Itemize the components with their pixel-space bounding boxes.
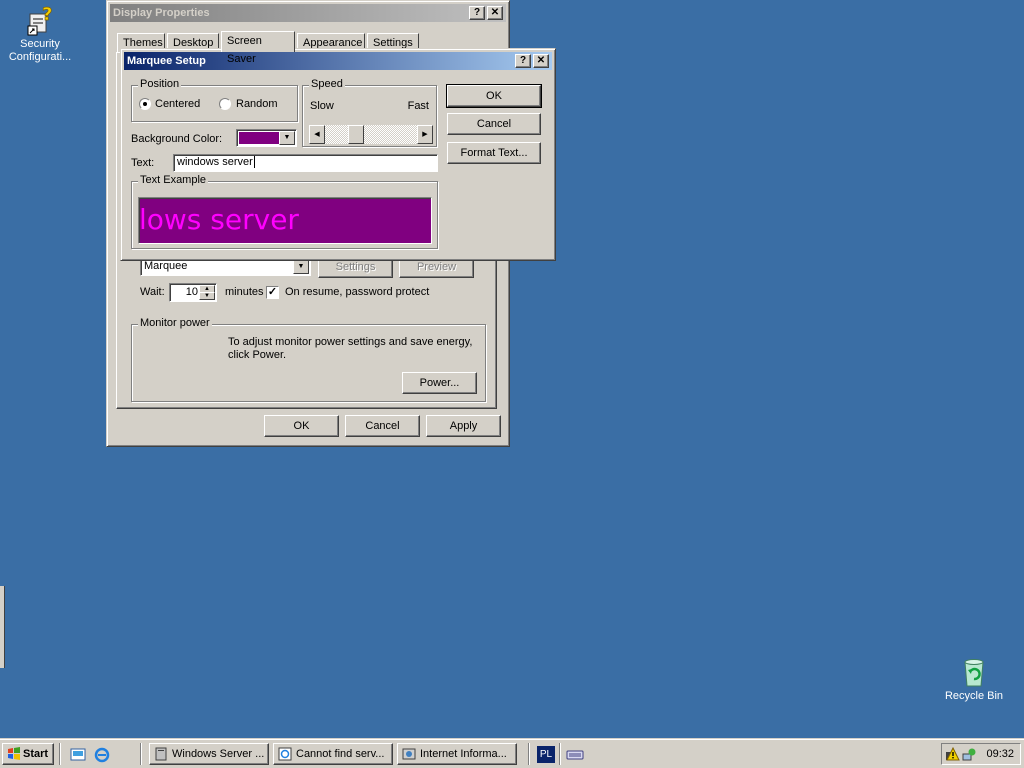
ok-button[interactable]: OK — [264, 415, 339, 437]
recycle-bin-icon — [958, 656, 990, 688]
clock[interactable]: 09:32 — [986, 748, 1014, 760]
svg-text:?: ? — [42, 4, 52, 25]
desktop-icon-recycle-bin[interactable]: Recycle Bin — [934, 656, 1014, 703]
cancel-button-label: Cancel — [365, 420, 400, 432]
close-button[interactable]: ✕ — [533, 54, 549, 68]
task-label: Windows Server ... — [172, 748, 265, 760]
desktop-icon-security-config[interactable]: ? Security Configurati... — [0, 4, 80, 64]
marquee-text-input[interactable]: windows server — [173, 154, 438, 172]
network-icon[interactable] — [962, 747, 976, 761]
power-button[interactable]: Power... — [402, 372, 477, 394]
speed-scrollbar[interactable]: ◀ ▶ — [309, 125, 433, 144]
help-button[interactable]: ? — [515, 54, 531, 68]
help-button[interactable]: ? — [469, 6, 485, 20]
iis-icon — [402, 748, 416, 760]
speed-label: Speed — [309, 78, 345, 90]
monitor-power-group: Monitor power To adjust monitor power se… — [131, 317, 486, 402]
dialog-title: Marquee Setup — [127, 55, 206, 67]
taskbar-separator — [528, 743, 530, 765]
speed-fast-label: Fast — [407, 100, 429, 112]
apply-button-label: Apply — [449, 420, 478, 432]
taskbar-separator — [559, 743, 561, 765]
position-label: Position — [138, 78, 182, 90]
security-warning-icon[interactable] — [946, 747, 960, 761]
marquee-setup-titlebar[interactable]: Marquee Setup ? ✕ — [124, 52, 552, 70]
monitor-power-description: To adjust monitor power settings and sav… — [228, 336, 473, 361]
cancel-button-label: Cancel — [476, 118, 512, 130]
password-protect-checkbox[interactable]: ✓ — [266, 286, 279, 299]
centered-radio[interactable] — [139, 98, 151, 110]
background-color-swatch — [239, 132, 279, 144]
speed-group: Speed Slow Fast ◀ ▶ — [302, 78, 437, 147]
task-windows-server[interactable]: Windows Server ... — [149, 743, 269, 765]
ok-button[interactable]: OK — [446, 84, 542, 108]
ok-button-label: OK — [293, 420, 310, 432]
wait-label: Wait: — [140, 286, 165, 298]
centered-label[interactable]: Centered — [155, 98, 200, 110]
apply-button[interactable]: Apply — [426, 415, 501, 437]
window-title: Display Properties — [113, 7, 210, 19]
background-color-select[interactable]: ▼ — [236, 129, 297, 147]
text-example-group: Text Example lows server — [131, 174, 438, 249]
position-group: Position Centered Random — [131, 78, 298, 122]
preview-button-label: Preview — [416, 261, 457, 273]
display-properties-titlebar[interactable]: Display Properties ? ✕ — [110, 4, 506, 22]
random-label[interactable]: Random — [236, 98, 278, 110]
chevron-down-icon[interactable]: ▼ — [279, 131, 295, 145]
windows-logo-icon — [8, 747, 20, 760]
chevron-down-icon[interactable]: ▼ — [293, 259, 309, 274]
format-text-button-label: Format Text... — [460, 147, 528, 159]
speed-slider-thumb[interactable] — [348, 125, 364, 144]
internet-explorer-icon[interactable] — [94, 747, 110, 763]
text-example-label: Text Example — [138, 174, 209, 186]
power-button-label: Power... — [419, 377, 460, 389]
desktop-icon-label: Security Configurati... — [8, 38, 72, 63]
text-example-preview: lows server — [138, 197, 432, 244]
background-color-label: Background Color: — [131, 133, 223, 145]
taskbar-separator — [140, 743, 142, 765]
language-indicator[interactable]: PL — [537, 746, 555, 763]
offscreen-window-edge — [0, 586, 5, 668]
taskbar: Start Windows Server ... Cannot find ser… — [0, 738, 1024, 768]
random-radio[interactable] — [219, 98, 231, 110]
wait-stepper[interactable]: 10 ▲ ▼ — [169, 283, 217, 302]
ie-page-icon — [278, 747, 292, 761]
task-label: Internet Informa... — [420, 748, 507, 760]
scroll-left-icon[interactable]: ◀ — [309, 125, 325, 144]
keyboard-icon[interactable] — [566, 746, 584, 762]
desktop-icon-label: Recycle Bin — [944, 690, 1004, 702]
security-configuration-icon: ? — [24, 4, 56, 36]
text-caret — [253, 156, 255, 168]
task-label: Cannot find serv... — [296, 748, 385, 760]
screen-saver-value: Marquee — [144, 260, 188, 272]
tab-screen-saver[interactable]: Screen Saver — [221, 31, 295, 65]
settings-button-label: Settings — [335, 261, 376, 273]
monitor-power-title: Monitor power — [138, 317, 212, 329]
start-button[interactable]: Start — [2, 743, 54, 765]
close-button[interactable]: ✕ — [487, 6, 503, 20]
server-icon — [155, 747, 167, 761]
cancel-button[interactable]: Cancel — [345, 415, 420, 437]
wait-value: 10 — [185, 286, 198, 298]
marquee-text-value: windows server — [177, 156, 253, 168]
start-label: Start — [23, 748, 49, 760]
format-text-button[interactable]: Format Text... — [447, 142, 541, 164]
cancel-button[interactable]: Cancel — [447, 113, 541, 135]
ok-button-label: OK — [486, 90, 502, 102]
task-internet-information[interactable]: Internet Informa... — [397, 743, 517, 765]
marquee-preview-text: lows server — [139, 203, 299, 236]
task-cannot-find-server[interactable]: Cannot find serv... — [273, 743, 393, 765]
system-tray: 09:32 — [941, 743, 1021, 765]
password-protect-label: On resume, password protect — [285, 286, 430, 298]
show-desktop-icon[interactable] — [70, 747, 86, 763]
taskbar-separator — [59, 743, 61, 765]
minutes-label: minutes — [225, 286, 264, 298]
marquee-setup-dialog: Marquee Setup ? ✕ Position Centered Rand… — [120, 48, 556, 261]
speed-slow-label: Slow — [310, 100, 334, 112]
scroll-right-icon[interactable]: ▶ — [417, 125, 433, 144]
spin-down-icon[interactable]: ▼ — [199, 292, 215, 300]
text-label: Text: — [131, 157, 155, 169]
